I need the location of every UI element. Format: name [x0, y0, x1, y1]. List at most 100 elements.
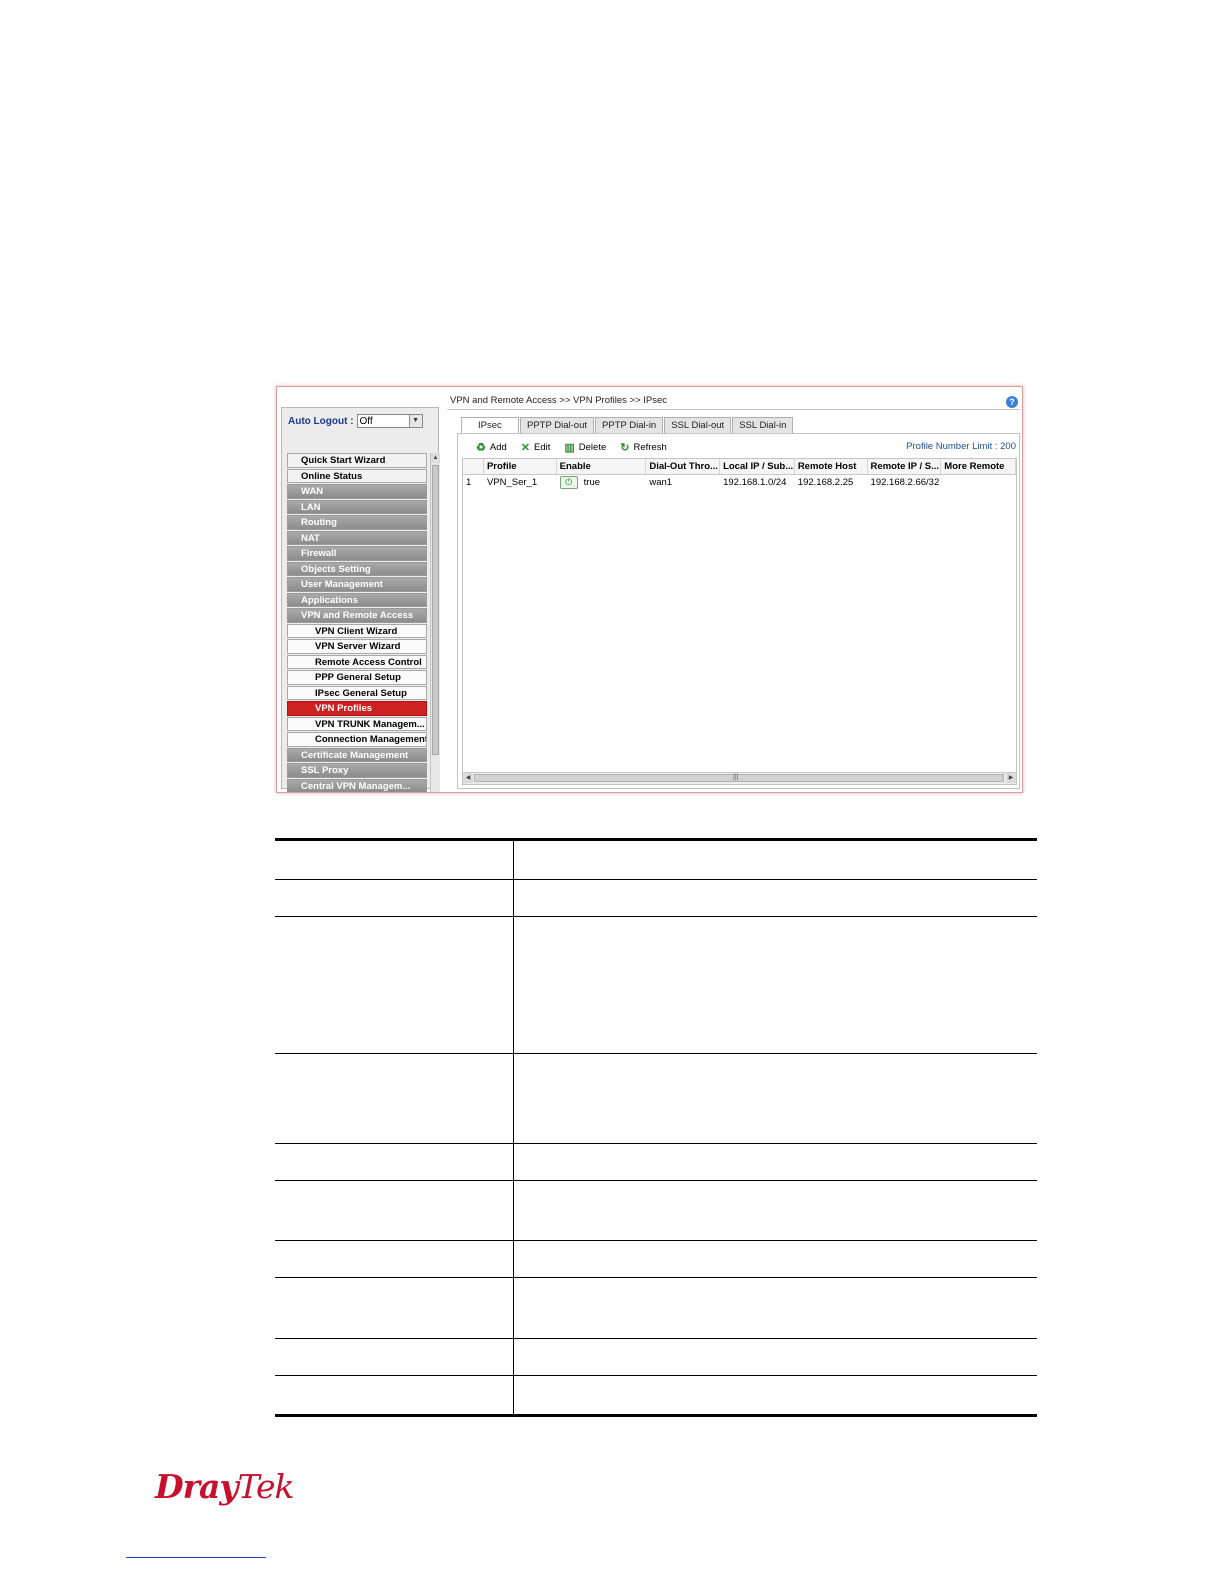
sidebar-item-nat[interactable]: NAT [287, 530, 427, 545]
table-row [275, 1278, 1037, 1339]
item-cell [275, 917, 514, 1053]
sidebar-item-central-vpn-managem[interactable]: Central VPN Managem... [287, 778, 427, 792]
sidebar-item-quick-start-wizard[interactable]: Quick Start Wizard [287, 453, 427, 468]
sidebar-item-certificate-management[interactable]: Certificate Management [287, 747, 427, 762]
profile-limit-value: 200 [1000, 441, 1016, 452]
sidebar-item-ssl-proxy[interactable]: SSL Proxy [287, 763, 427, 778]
description-cell [514, 1054, 1037, 1143]
sidebar-item-vpn-and-remote-access[interactable]: VPN and Remote Access [287, 608, 427, 623]
tab-ssl-dial-out[interactable]: SSL Dial-out [664, 417, 732, 434]
column-header[interactable]: Remote IP / S... [868, 459, 942, 474]
item-cell [275, 1339, 514, 1375]
sidebar-item-lan[interactable]: LAN [287, 499, 427, 514]
auto-logout-value: Off [359, 416, 373, 427]
item-cell [275, 1278, 514, 1338]
item-cell [275, 1181, 514, 1240]
profile-limit-label: Profile Number Limit : [906, 441, 998, 452]
add-label: Add [489, 441, 507, 453]
item-cell [275, 1376, 514, 1414]
sidebar-item-objects-setting[interactable]: Objects Setting [287, 561, 427, 576]
table-row [275, 880, 1037, 917]
scroll-up-icon[interactable]: ▲ [431, 453, 440, 463]
table-cell: 192.168.2.25 [797, 477, 854, 488]
table-body: 1 VPN_Ser_1 ⏻ true wan1 192.168.1.0/24 192.168… [463, 475, 1016, 490]
description-cell [514, 1241, 1037, 1277]
item-cell [275, 1144, 514, 1180]
column-header[interactable]: Remote Host [795, 459, 868, 474]
breadcrumb: VPN and Remote Access >> VPN Profiles >>… [450, 395, 668, 406]
table-cell: 192.168.1.0/24 [723, 477, 787, 488]
profiles-table: Profile Enable Dial-Out Thro... Local IP / … [462, 458, 1017, 785]
refresh-icon: ↻ [620, 441, 630, 454]
sidebar-item-remote-access-control[interactable]: Remote Access Control [287, 654, 427, 669]
enable-value: true [583, 477, 601, 488]
sidebar-menu: Quick Start Wizard Online Status WAN LAN Rou… [287, 453, 427, 792]
help-icon[interactable]: ? [1006, 396, 1018, 408]
tab-pptp-dial-out[interactable]: PPTP Dial-out [520, 417, 595, 434]
edit-button[interactable]: ✕ Edit [521, 441, 551, 454]
auto-logout: Auto Logout : Off ▼ [288, 413, 423, 429]
sidebar-item-routing[interactable]: Routing [287, 515, 427, 530]
sidebar-item-vpn-trunk-managem[interactable]: VPN TRUNK Managem... [287, 716, 427, 731]
toolbar: ♻ Add ✕ Edit ▥ Delete ↻ Refresh [476, 440, 681, 454]
sidebar-item-vpn-client-wizard[interactable]: VPN Client Wizard [287, 623, 427, 638]
description-cell [514, 1376, 1037, 1414]
description-cell [514, 841, 1037, 879]
footer-link-line [126, 1557, 266, 1558]
horizontal-scrollbar[interactable]: ◀ ||| ▶ [463, 772, 1016, 784]
profile-number-limit: Profile Number Limit : 200 [906, 441, 1016, 452]
sidebar-item-vpn-profiles[interactable]: VPN Profiles [287, 701, 427, 716]
table-row [275, 838, 1037, 880]
sidebar-item-applications[interactable]: Applications [287, 592, 427, 607]
item-cell [275, 880, 514, 916]
item-cell [275, 841, 514, 879]
divider [447, 409, 1020, 410]
tab-ipsec[interactable]: IPsec [461, 417, 519, 434]
description-cell [514, 917, 1037, 1053]
tab-ssl-dial-in[interactable]: SSL Dial-in [732, 417, 794, 434]
sidebar-item-wan[interactable]: WAN [287, 484, 427, 499]
main-content: VPN and Remote Access >> VPN Profiles >>… [447, 392, 1020, 789]
draytek-logo: DrayTek [155, 1467, 295, 1506]
scroll-right-icon[interactable]: ▶ [1006, 773, 1016, 783]
refresh-label: Refresh [633, 441, 667, 453]
table-row [275, 1376, 1037, 1417]
add-button[interactable]: ♻ Add [476, 441, 507, 454]
sidebar-item-connection-management[interactable]: Connection Management [287, 732, 427, 747]
table-cell [941, 475, 1016, 490]
sidebar-item-ppp-general-setup[interactable]: PPP General Setup [287, 670, 427, 685]
tab-pptp-dial-in[interactable]: PPTP Dial-in [595, 417, 664, 434]
table-cell: 1 [466, 477, 472, 488]
scroll-thumb[interactable] [474, 774, 1004, 782]
column-header[interactable] [463, 459, 484, 474]
sidebar-item-user-management[interactable]: User Management [287, 577, 427, 592]
table-row [275, 1339, 1037, 1376]
sidebar-item-vpn-server-wizard[interactable]: VPN Server Wizard [287, 639, 427, 654]
column-header[interactable]: Local IP / Sub... [720, 459, 795, 474]
power-icon[interactable]: ⏻ [559, 475, 578, 489]
sidebar-item-online-status[interactable]: Online Status [287, 468, 427, 483]
sidebar-item-firewall[interactable]: Firewall [287, 546, 427, 561]
column-header[interactable]: More Remote [941, 459, 1017, 474]
sidebar-item-ipsec-general-setup[interactable]: IPsec General Setup [287, 685, 427, 700]
auto-logout-select[interactable]: Off ▼ [356, 414, 423, 428]
scroll-left-icon[interactable]: ◀ [463, 773, 473, 783]
table-row[interactable]: 1 VPN_Ser_1 ⏻ true wan1 192.168.1.0/24 192.168… [463, 475, 1016, 490]
tab-panel: ♻ Add ✕ Edit ▥ Delete ↻ Refresh Profile … [457, 433, 1020, 789]
table-row [275, 1144, 1037, 1181]
table-header: Profile Enable Dial-Out Thro... Local IP / … [463, 459, 1017, 475]
column-header[interactable]: Profile [484, 459, 557, 474]
refresh-button[interactable]: ↻ Refresh [620, 441, 666, 454]
sidebar-scrollbar[interactable]: ▲ ▼ [430, 453, 440, 792]
description-cell [514, 1144, 1037, 1180]
column-header[interactable]: Enable [557, 459, 647, 474]
description-cell [514, 880, 1037, 916]
table-cell: VPN_Ser_1 [486, 477, 538, 488]
chevron-down-icon[interactable]: ▼ [408, 415, 422, 427]
sidebar: Auto Logout : Off ▼ Quick Start Wizard On… [281, 407, 440, 792]
table-row [275, 1241, 1037, 1278]
scroll-thumb[interactable] [432, 465, 439, 755]
column-header[interactable]: Dial-Out Thro... [646, 459, 721, 474]
delete-button[interactable]: ▥ Delete [564, 441, 606, 454]
description-table [275, 838, 1037, 1417]
